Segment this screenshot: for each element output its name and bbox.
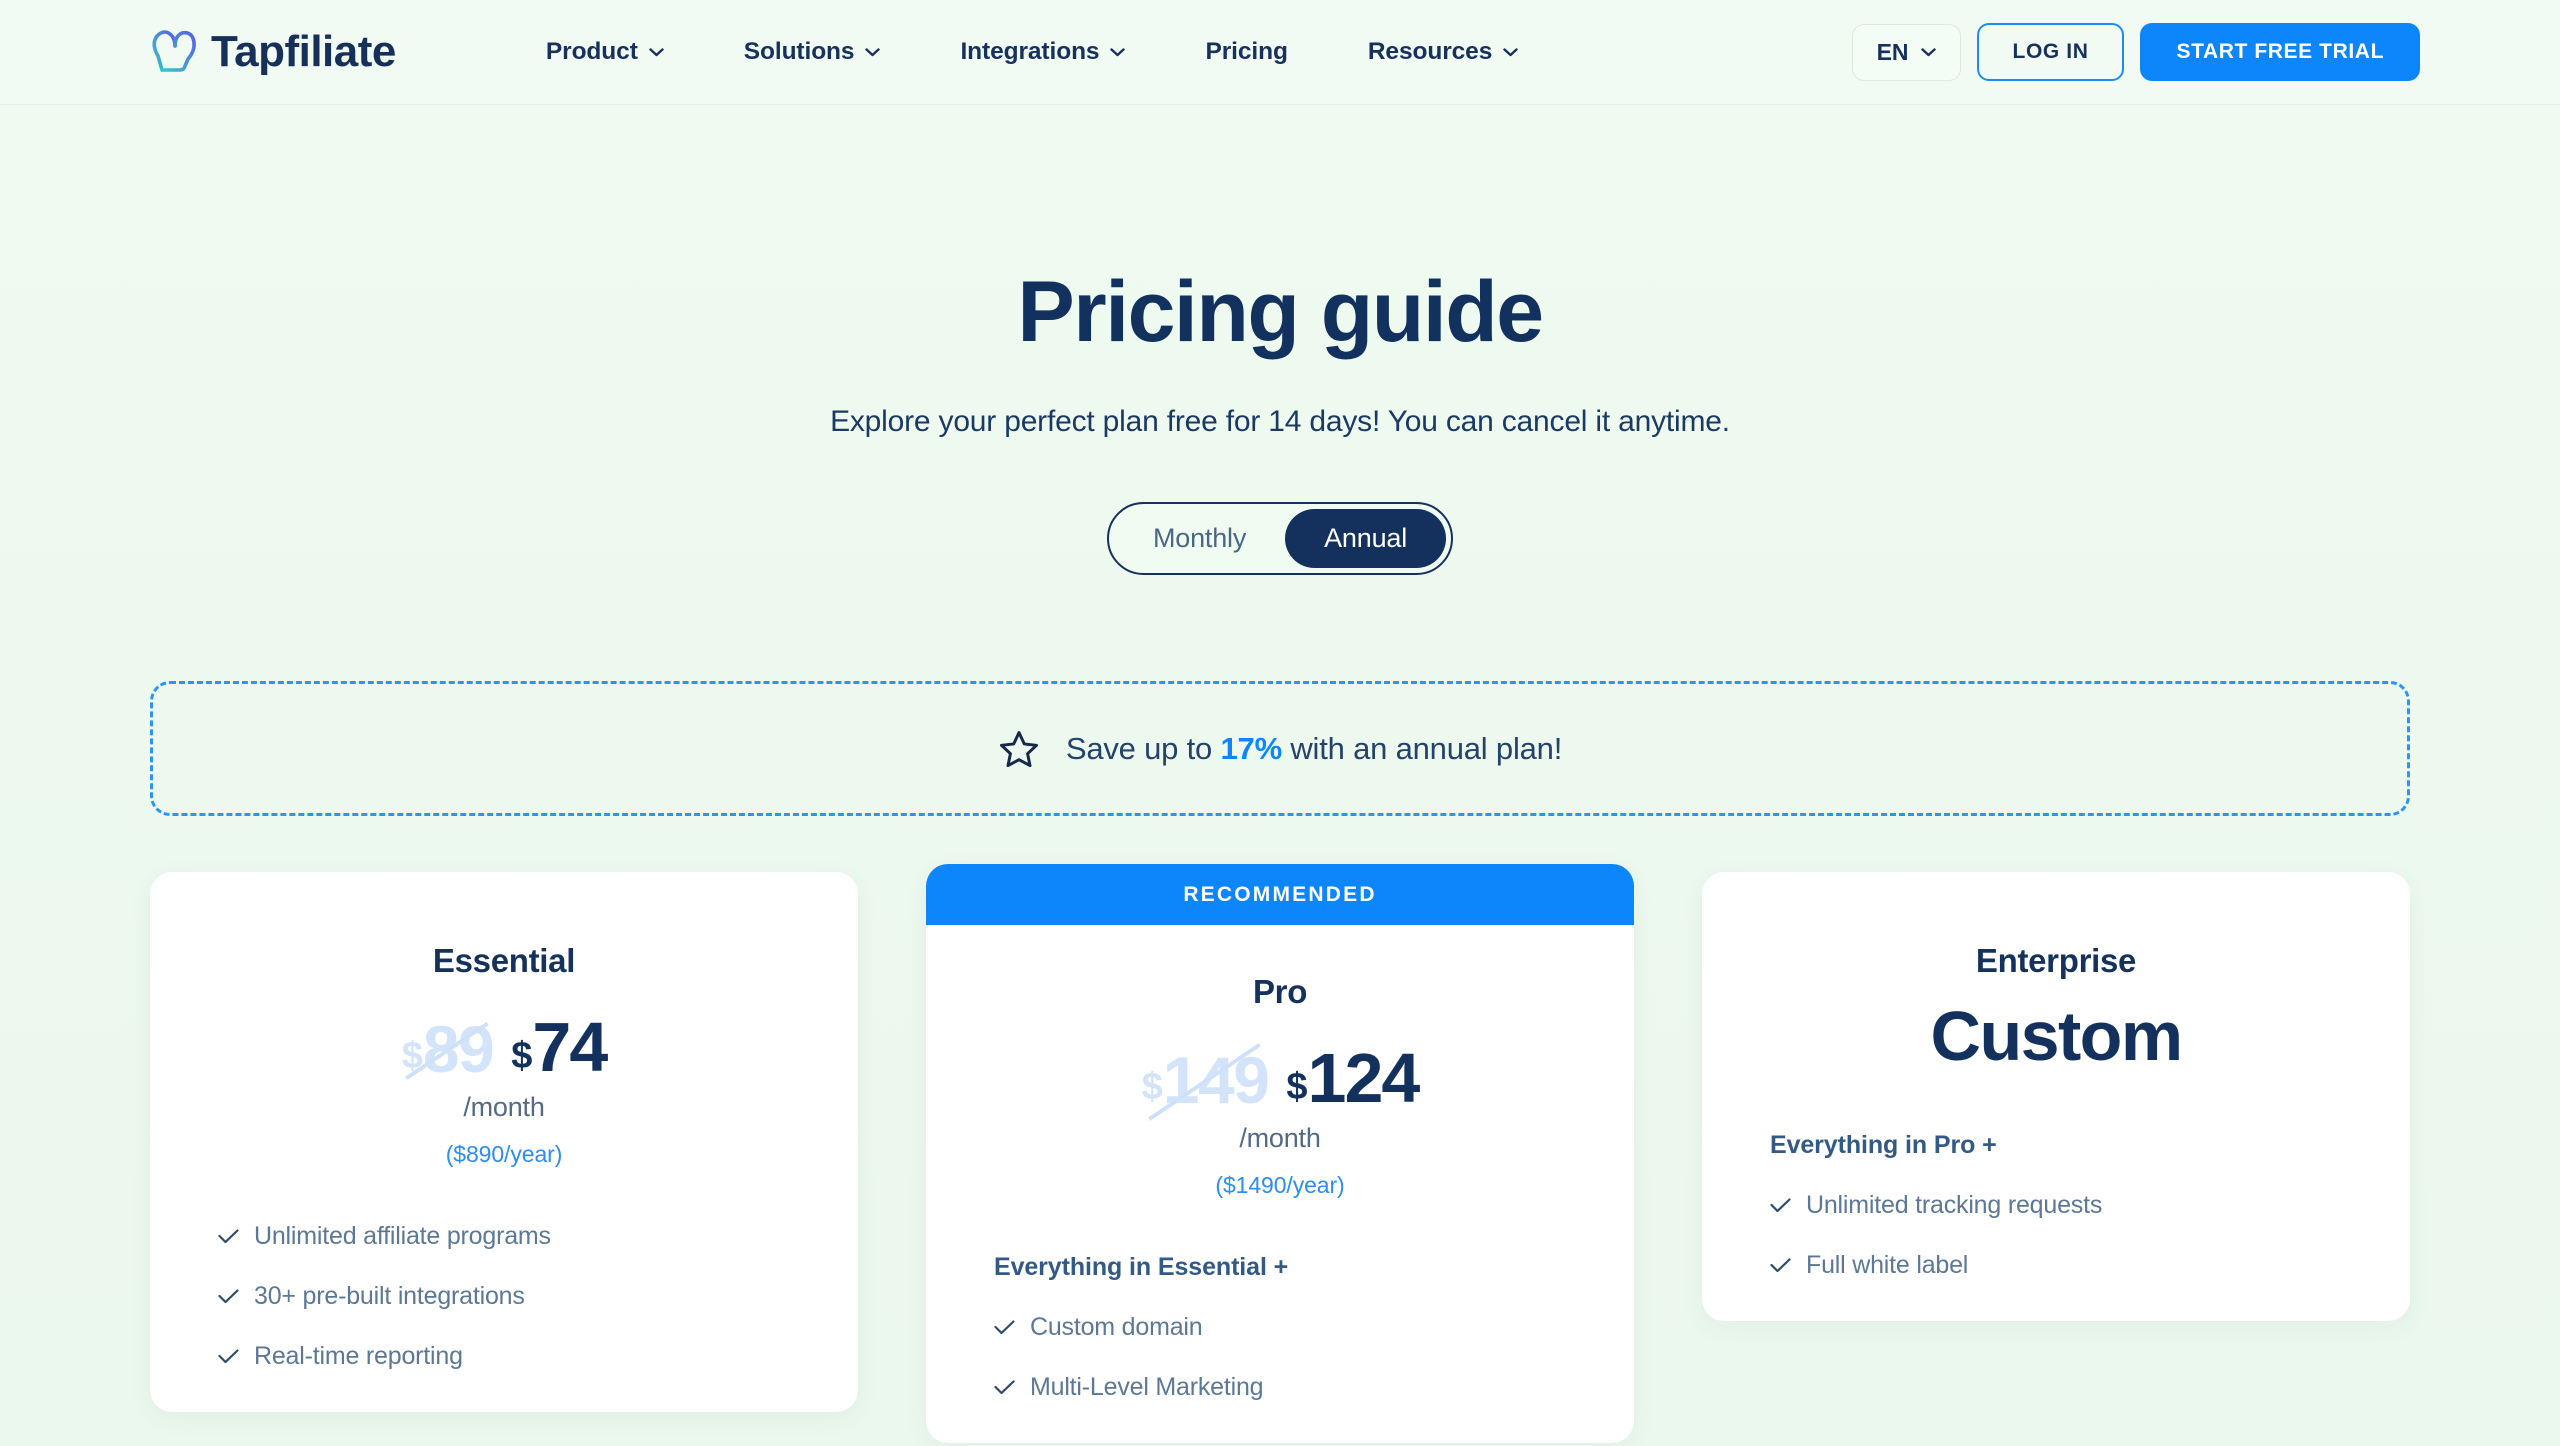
feature-label: Full white label [1806,1250,1969,1279]
chevron-down-icon [1920,47,1936,56]
star-icon [999,730,1038,767]
current-price: $ 124 [1286,1038,1421,1117]
price-amount: Custom [1930,997,2184,1076]
plan-name: Essential [432,942,576,980]
feature-item: Unlimited affiliate programs [218,1222,790,1251]
billing-period: /month [1239,1123,1321,1154]
nav-label: Product [545,38,638,65]
price-amount: 124 [1307,1038,1421,1117]
check-icon [218,1289,239,1304]
page-subtitle: Explore your perfect plan free for 14 da… [830,405,1730,439]
billing-toggle[interactable]: Monthly Annual [1106,502,1453,576]
feature-label: Real-time reporting [254,1342,463,1371]
card-body: Pro $ 149 $ 124 /month ($1490/year) Ever… [926,925,1634,1402]
check-icon [994,1380,1015,1395]
nav-item-resources[interactable]: Resources [1328,28,1558,76]
banner-text-after: with an annual plan! [1281,730,1563,766]
price-row: $ 149 $ 124 [984,1025,1576,1117]
hero-section: Pricing guide Explore your perfect plan … [0,105,2560,439]
yearly-price: ($890/year) [445,1141,563,1168]
feature-label: Unlimited tracking requests [1806,1190,2103,1219]
chevron-down-icon [649,47,664,56]
current-price: $ 74 [511,1007,608,1086]
card-body: Essential $ 89 $ 74 /month ($890/year) U… [150,872,858,1371]
tapfiliate-logo-icon [152,30,196,72]
start-free-trial-button[interactable]: START FREE TRIAL [2140,23,2420,81]
header-actions: EN LOG IN START FREE TRIAL [1851,23,2420,81]
toggle-option-annual[interactable]: Annual [1285,509,1446,569]
old-price: $ 149 [1141,1042,1270,1117]
feature-label: Custom domain [1030,1313,1203,1342]
nav-label: Solutions [743,38,855,65]
feature-list: Unlimited affiliate programs 30+ pre-bui… [208,1222,800,1371]
check-icon [1770,1198,1791,1212]
recommended-badge: RECOMMENDED [926,864,1634,926]
chevron-down-icon [1503,47,1518,56]
check-icon [218,1349,239,1364]
feature-list-heading: Everything in Essential + [994,1253,1289,1282]
feature-item: Multi-Level Marketing [994,1373,1566,1402]
logo-link[interactable]: Tapfiliate [148,26,396,78]
banner-text: Save up to 17% with an annual plan! [1066,731,1562,767]
annual-savings-banner: Save up to 17% with an annual plan! [150,681,2410,817]
price-row: $ 89 $ 74 [208,994,800,1086]
logo-wordmark: Tapfiliate [211,27,396,76]
check-icon [1770,1258,1791,1272]
language-selector[interactable]: EN [1851,23,1961,81]
feature-item: Unlimited tracking requests [1770,1191,2342,1220]
page-title: Pricing guide [1017,264,1544,360]
nav-label: Resources [1367,38,1493,65]
currency-symbol: $ [1286,1066,1308,1109]
pricing-cards: Essential $ 89 $ 74 /month ($890/year) U… [0,864,2560,1444]
chevron-down-icon [865,47,881,56]
main-nav: Product Solutions Integrations Pricing R… [506,28,1558,76]
feature-list-heading: Everything in Pro + [1770,1130,1997,1159]
feature-label: 30+ pre-built integrations [254,1282,525,1311]
feature-label: Unlimited affiliate programs [254,1222,551,1251]
card-body: Enterprise Custom Everything in Pro + Un… [1702,872,2410,1280]
check-icon [994,1320,1015,1335]
banner-highlight: 17% [1220,730,1283,766]
check-icon [218,1229,239,1244]
old-amount: 149 [1162,1042,1270,1117]
old-currency: $ [1141,1066,1163,1109]
feature-item: Full white label [1770,1251,2342,1280]
feature-item: 30+ pre-built integrations [218,1282,790,1311]
currency-symbol: $ [511,1035,533,1078]
nav-label: Integrations [960,38,1100,65]
login-button[interactable]: LOG IN [1976,23,2125,81]
site-header: Tapfiliate Product Solutions Integration… [0,0,2560,105]
chevron-down-icon [1110,47,1126,56]
banner-text-before: Save up to [1065,730,1221,766]
old-price: $ 89 [401,1011,495,1086]
plan-name: Pro [1252,973,1308,1011]
nav-item-solutions[interactable]: Solutions [704,28,921,76]
language-label: EN [1876,38,1909,65]
billing-period: /month [463,1092,545,1123]
nav-item-integrations[interactable]: Integrations [920,28,1165,76]
nav-item-pricing[interactable]: Pricing [1165,28,1327,76]
pricing-card-enterprise: Enterprise Custom Everything in Pro + Un… [1702,872,2410,1321]
old-amount: 89 [422,1011,495,1086]
pricing-page: Tapfiliate Product Solutions Integration… [0,0,2560,1446]
pricing-card-essential: Essential $ 89 $ 74 /month ($890/year) U… [150,872,858,1413]
toggle-option-monthly[interactable]: Monthly [1114,509,1285,568]
yearly-price: ($1490/year) [1215,1172,1345,1199]
old-currency: $ [401,1035,423,1078]
price-amount: 74 [532,1007,608,1086]
feature-item: Real-time reporting [218,1342,790,1371]
plan-name: Enterprise [1975,942,2137,980]
nav-label: Pricing [1205,38,1288,65]
feature-item: Custom domain [994,1313,1566,1342]
pricing-card-pro: RECOMMENDED Pro $ 149 $ 124 /month ($149… [926,864,1634,1444]
billing-toggle-wrap: Monthly Annual [0,502,2560,576]
feature-list: Everything in Pro + Unlimited tracking r… [1760,1131,2352,1280]
nav-item-product[interactable]: Product [506,28,704,76]
feature-label: Multi-Level Marketing [1030,1373,1264,1402]
feature-list: Everything in Essential + Custom domain … [984,1253,1576,1402]
